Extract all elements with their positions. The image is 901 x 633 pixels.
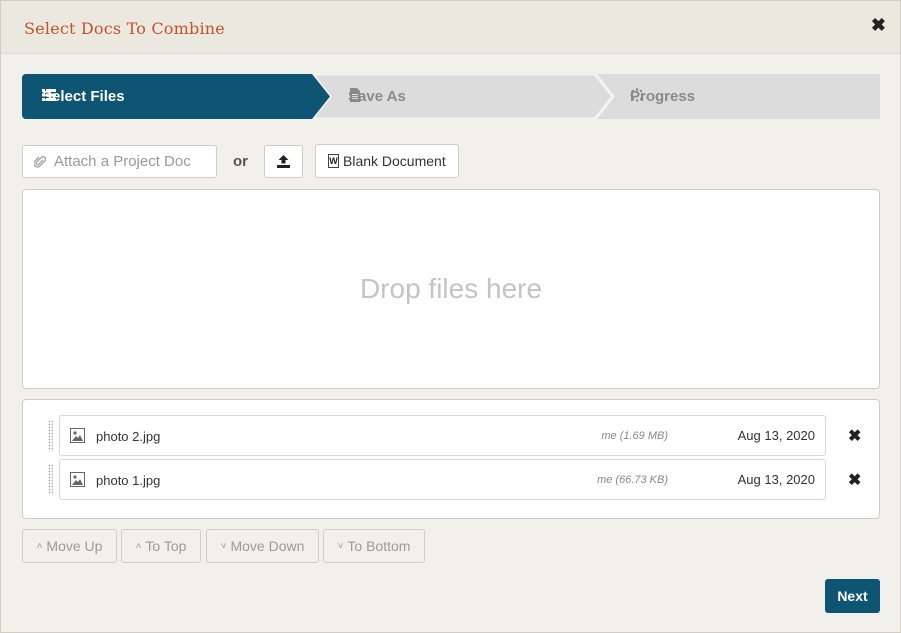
move-down-button[interactable]: ˅ Move Down — [206, 529, 319, 563]
file-date: Aug 13, 2020 — [737, 472, 815, 487]
document-icon — [350, 88, 360, 102]
file-owner-size: me (66.73 KB) — [597, 474, 668, 486]
image-icon — [70, 472, 85, 487]
wizard-background — [22, 74, 880, 119]
file-drop-zone[interactable]: Drop files here — [22, 189, 880, 389]
drag-handle-icon[interactable] — [48, 420, 53, 451]
file-row[interactable]: photo 2.jpg me (1.69 MB) Aug 13, 2020 — [59, 415, 826, 456]
attach-project-doc-input[interactable]: Attach a Project Doc — [22, 145, 217, 178]
remove-file-icon[interactable]: ✖ — [848, 426, 861, 446]
dialog-title: Select Docs To Combine — [24, 19, 225, 38]
drop-zone-text: Drop files here — [359, 273, 543, 304]
double-chevron-down-icon: ˅︎ — [337, 540, 344, 552]
blank-document-button[interactable]: W Blank Document — [315, 144, 459, 178]
file-name: photo 1.jpg — [96, 473, 161, 488]
remove-file-icon[interactable]: ✖ — [848, 470, 861, 490]
close-icon[interactable]: ✖ — [871, 16, 886, 34]
spinner-icon — [630, 88, 644, 102]
next-button[interactable]: Next — [825, 579, 880, 613]
move-up-label: Move Up — [46, 538, 103, 554]
list-icon — [42, 89, 56, 101]
combine-docs-dialog: Select Docs To Combine ✖ Select Files Sa… — [0, 0, 901, 633]
to-top-button[interactable]: ˄︎ To Top — [121, 529, 201, 563]
move-up-button[interactable]: ˄ Move Up — [22, 529, 117, 563]
to-top-label: To Top — [145, 538, 187, 554]
file-owner-size: me (1.69 MB) — [601, 430, 668, 442]
upload-button[interactable] — [264, 145, 303, 178]
paperclip-icon — [34, 155, 46, 168]
wizard-steps: Select Files Save As Progress — [22, 74, 880, 119]
upload-icon — [277, 155, 290, 168]
word-document-icon: W — [328, 154, 339, 168]
dialog-header: Select Docs To Combine ✖ — [1, 1, 900, 54]
file-name: photo 2.jpg — [96, 429, 161, 444]
wizard-step-select-files[interactable]: Select Files — [42, 88, 125, 105]
chevron-down-icon: ˅ — [220, 540, 227, 552]
or-label: or — [233, 153, 248, 170]
file-row[interactable]: photo 1.jpg me (66.73 KB) Aug 13, 2020 — [59, 459, 826, 500]
file-date: Aug 13, 2020 — [737, 428, 815, 443]
selected-files-list: photo 2.jpg me (1.69 MB) Aug 13, 2020 ✖ … — [22, 399, 880, 519]
chevron-up-icon: ˄ — [36, 540, 43, 552]
image-icon — [70, 428, 85, 443]
double-chevron-up-icon: ˄︎ — [135, 540, 142, 552]
blank-document-label: Blank Document — [343, 153, 446, 169]
wizard-step-progress[interactable]: Progress — [630, 88, 695, 105]
drag-handle-icon[interactable] — [48, 464, 53, 495]
to-bottom-button[interactable]: ˅︎ To Bottom — [323, 529, 425, 563]
to-bottom-label: To Bottom — [347, 538, 411, 554]
attach-placeholder: Attach a Project Doc — [54, 153, 191, 170]
wizard-step-save-as[interactable]: Save As — [348, 88, 406, 105]
move-down-label: Move Down — [230, 538, 305, 554]
